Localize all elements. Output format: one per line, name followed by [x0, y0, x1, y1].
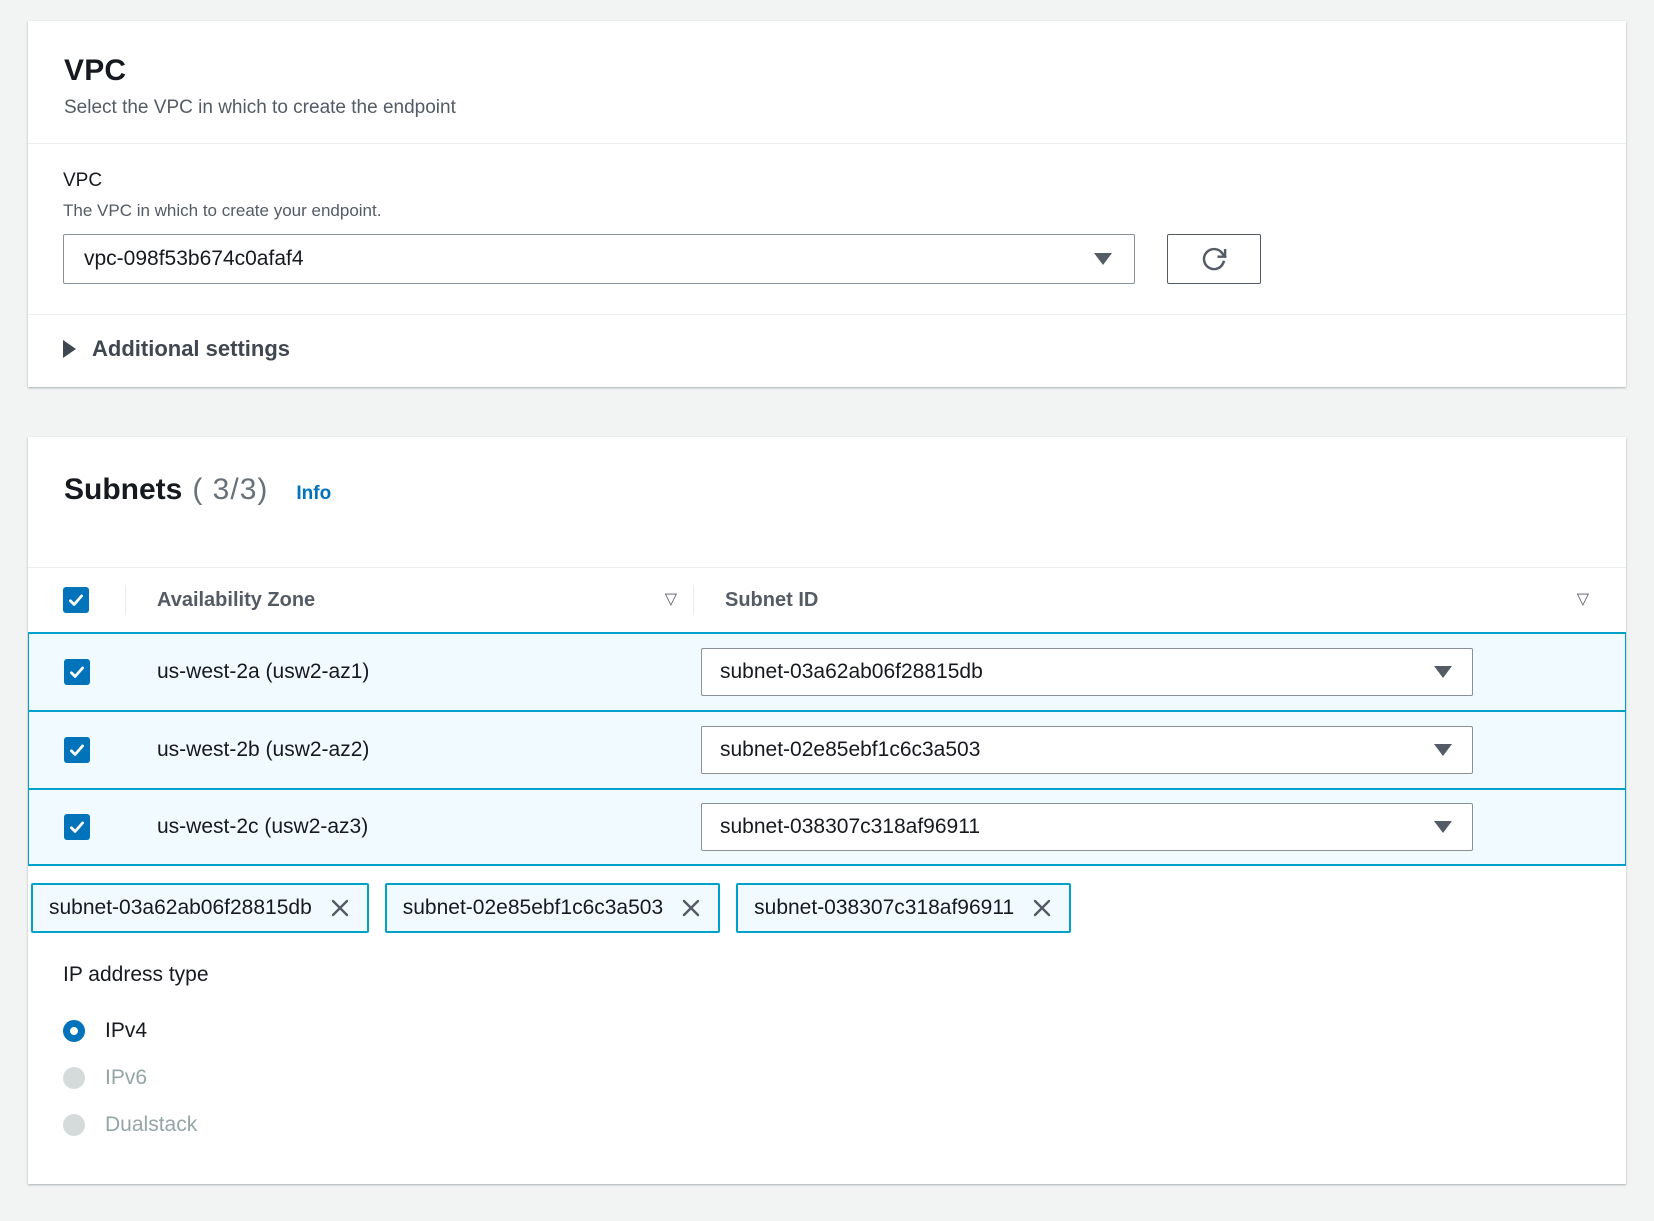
vpc-card-header: VPC Select the VPC in which to create th…: [28, 21, 1626, 143]
vpc-select[interactable]: vpc-098f53b674c0afaf4: [63, 234, 1135, 284]
availability-zone-value: us-west-2a (usw2-az1): [126, 660, 693, 684]
row-checkbox[interactable]: [64, 814, 90, 840]
vpc-select-value: vpc-098f53b674c0afaf4: [84, 247, 304, 271]
radio-disabled-icon: [63, 1067, 85, 1089]
subnet-id-select[interactable]: subnet-02e85ebf1c6c3a503: [701, 726, 1473, 774]
vpc-card: VPC Select the VPC in which to create th…: [28, 21, 1626, 387]
radio-option-ipv4[interactable]: IPv4: [63, 1007, 1590, 1054]
remove-token-button[interactable]: [328, 896, 352, 920]
availability-zone-value: us-west-2c (usw2-az3): [126, 815, 693, 839]
vpc-card-body: VPC The VPC in which to create your endp…: [28, 144, 1626, 314]
radio-selected-icon[interactable]: [63, 1020, 85, 1042]
chevron-down-icon: [1434, 744, 1452, 756]
sort-filter-icon[interactable]: ▽: [1577, 592, 1589, 608]
chevron-down-icon: [1094, 253, 1112, 265]
subnets-table-header: Availability Zone ▽ Subnet ID ▽: [28, 567, 1626, 632]
close-icon: [1030, 896, 1054, 920]
select-all-checkbox[interactable]: [63, 587, 89, 613]
radio-option-label: IPv4: [105, 1019, 147, 1043]
close-icon: [679, 896, 703, 920]
ip-address-type-radio-group: IPv4 IPv6 Dualstack: [63, 1007, 1590, 1148]
vpc-field-label: VPC: [63, 170, 1590, 192]
subnet-token-label: subnet-038307c318af96911: [754, 896, 1014, 920]
subnet-token: subnet-02e85ebf1c6c3a503: [385, 883, 720, 933]
chevron-down-icon: [1434, 821, 1452, 833]
row-checkbox[interactable]: [64, 659, 90, 685]
radio-option-label: Dualstack: [105, 1113, 197, 1137]
additional-settings-toggle[interactable]: Additional settings: [28, 315, 1626, 387]
table-row[interactable]: us-west-2b (usw2-az2) subnet-02e85ebf1c6…: [29, 710, 1625, 788]
subnet-id-value: subnet-038307c318af96911: [720, 815, 980, 839]
column-header-availability-zone: Availability Zone: [157, 589, 315, 612]
chevron-down-icon: [1434, 666, 1452, 678]
vpc-card-subtitle: Select the VPC in which to create the en…: [64, 97, 1590, 119]
column-header-subnet-id: Subnet ID: [725, 589, 818, 612]
table-row[interactable]: us-west-2c (usw2-az3) subnet-038307c318a…: [29, 788, 1625, 866]
remove-token-button[interactable]: [1030, 896, 1054, 920]
availability-zone-value: us-west-2b (usw2-az2): [126, 738, 693, 762]
radio-option-dualstack: Dualstack: [63, 1101, 1590, 1148]
close-icon: [328, 896, 352, 920]
selected-subnet-tokens: subnet-03a62ab06f28815db subnet-02e85ebf…: [28, 866, 1626, 933]
subnets-title: Subnets: [64, 473, 182, 507]
vpc-field-description: The VPC in which to create your endpoint…: [63, 201, 1590, 221]
subnets-table-body: us-west-2a (usw2-az1) subnet-03a62ab06f2…: [28, 632, 1626, 866]
subnet-token-label: subnet-03a62ab06f28815db: [49, 896, 312, 920]
remove-token-button[interactable]: [679, 896, 703, 920]
subnets-card: Subnets ( 3/3) Info Availability Zone ▽ …: [28, 437, 1626, 1184]
check-icon: [68, 818, 86, 836]
check-icon: [68, 663, 86, 681]
check-icon: [68, 741, 86, 759]
radio-disabled-icon: [63, 1114, 85, 1136]
row-checkbox[interactable]: [64, 737, 90, 763]
subnet-token: subnet-038307c318af96911: [736, 883, 1071, 933]
radio-option-ipv6: IPv6: [63, 1054, 1590, 1101]
info-link[interactable]: Info: [296, 483, 331, 505]
refresh-icon: [1200, 245, 1228, 273]
ip-address-type-label: IP address type: [63, 963, 1590, 987]
ip-address-type-section: IP address type IPv4 IPv6 Dualstack: [28, 933, 1626, 1148]
refresh-button[interactable]: [1167, 234, 1261, 284]
radio-option-label: IPv6: [105, 1066, 147, 1090]
check-icon: [67, 591, 85, 609]
subnet-id-select[interactable]: subnet-038307c318af96911: [701, 803, 1473, 851]
subnets-card-header: Subnets ( 3/3) Info: [28, 437, 1626, 567]
additional-settings-label: Additional settings: [92, 336, 290, 362]
subnets-count: ( 3/3): [192, 473, 268, 507]
subnet-token: subnet-03a62ab06f28815db: [31, 883, 369, 933]
subnet-token-label: subnet-02e85ebf1c6c3a503: [403, 896, 663, 920]
vpc-card-title: VPC: [64, 54, 1590, 88]
subnet-id-select[interactable]: subnet-03a62ab06f28815db: [701, 648, 1473, 696]
subnet-id-value: subnet-03a62ab06f28815db: [720, 660, 983, 684]
subnet-id-value: subnet-02e85ebf1c6c3a503: [720, 738, 980, 762]
table-row[interactable]: us-west-2a (usw2-az1) subnet-03a62ab06f2…: [29, 632, 1625, 710]
caret-right-icon: [63, 340, 76, 358]
sort-filter-icon[interactable]: ▽: [665, 592, 677, 608]
